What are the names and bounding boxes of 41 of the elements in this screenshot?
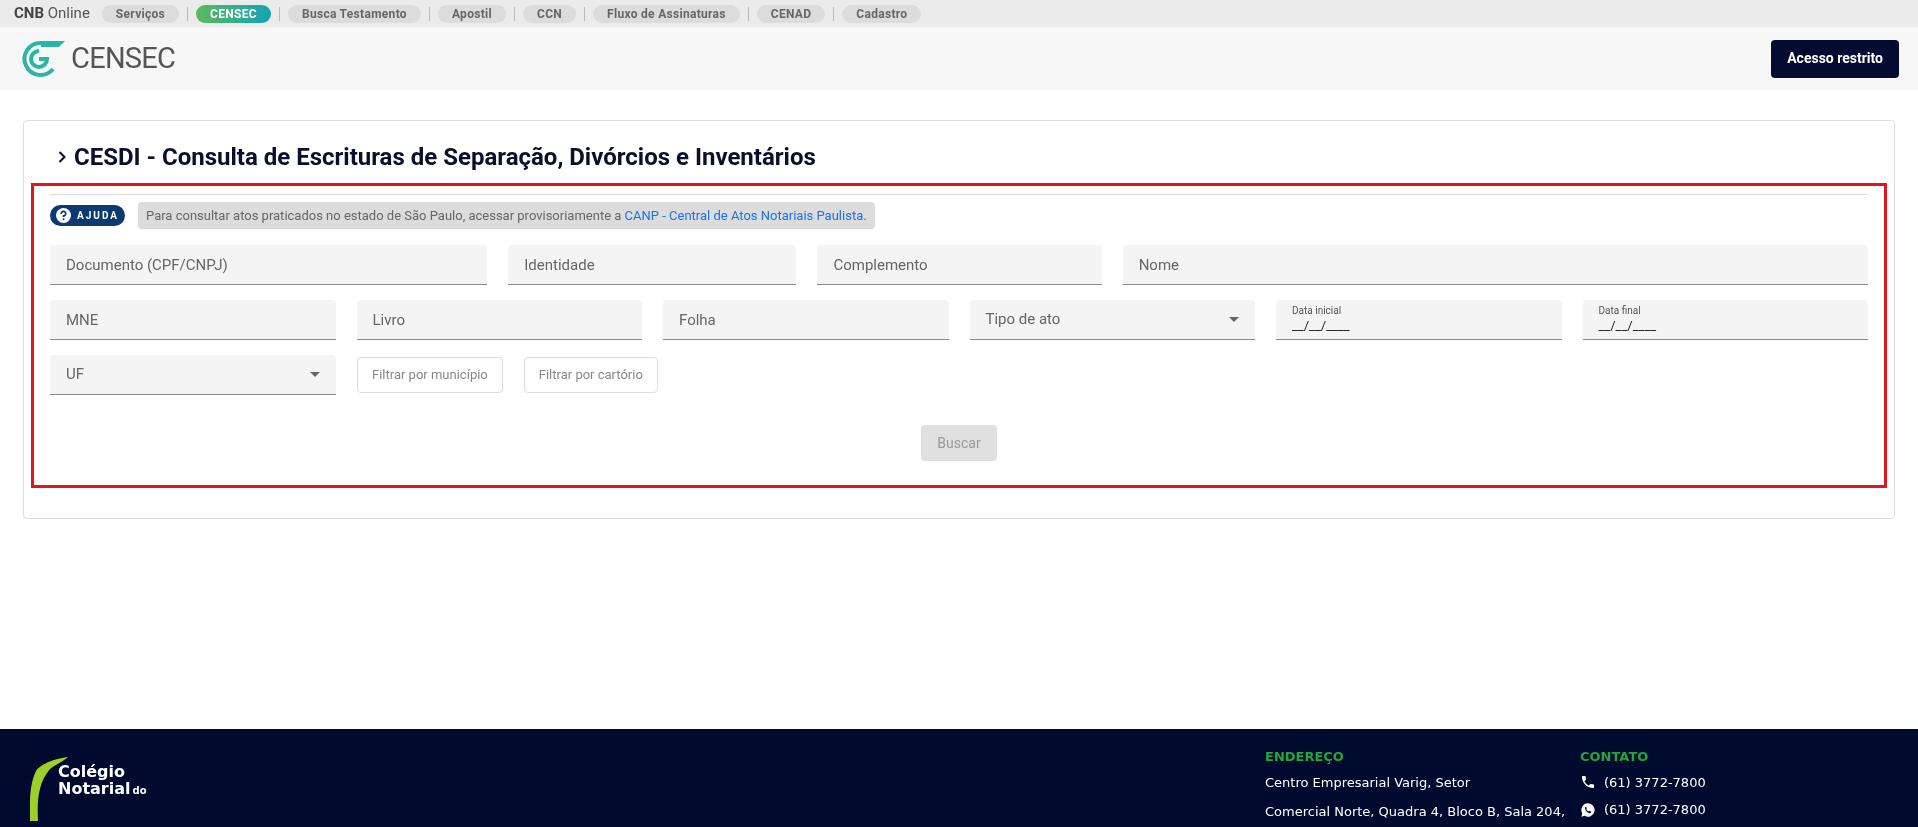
help-badge[interactable]: AJUDA	[50, 205, 125, 226]
logo-line: Notarial do	[58, 780, 147, 799]
chevron-right-icon	[58, 151, 66, 163]
nav-tab[interactable]: CCN	[523, 4, 577, 23]
nav-tab[interactable]: Apostil	[437, 4, 506, 23]
text-field[interactable]: Complemento	[817, 245, 1102, 285]
notice-text: Para consultar atos praticados no estado de São Paulo, acessar provisoriamente a CANP - Central de Atos Notariais Paulista.	[138, 202, 875, 229]
brand-text: CNB Online	[14, 3, 90, 25]
nav-tab[interactable]: CENSEC	[196, 4, 271, 23]
nav-tab[interactable]: Busca Testamento	[287, 4, 421, 23]
select-field[interactable]: UF	[50, 355, 336, 395]
chat-bubble-icon	[1580, 801, 1596, 818]
phone-number: (61) 3772-7800	[1604, 801, 1706, 819]
restricted-access-button[interactable]: Acesso restrito	[1771, 39, 1899, 78]
text-field[interactable]: MNE	[50, 300, 336, 340]
filter-button[interactable]: Filtrar por cartório	[523, 357, 658, 393]
address-line: Centro Empresarial Varig, Setor	[1265, 773, 1472, 792]
phone-icon	[1580, 774, 1596, 791]
text-field[interactable]: Livro	[356, 300, 642, 340]
date-field[interactable]: Data inicial __/__/____	[1276, 300, 1562, 340]
filter-button[interactable]: Filtrar por município	[357, 357, 503, 393]
dropdown-caret-icon	[310, 372, 320, 377]
question-icon	[56, 208, 71, 223]
text-field[interactable]: Nome	[1122, 245, 1868, 285]
address-line: Comercial Norte, Quadra 4, Bloco B, Sala 204,	[1265, 803, 1567, 821]
nav-tab[interactable]: Fluxo de Assinaturas	[593, 4, 740, 23]
select-field[interactable]: Tipo de ato	[969, 300, 1255, 340]
logo-line: Colégio	[58, 763, 126, 780]
address-heading: ENDEREÇO	[1265, 748, 1345, 766]
nav-tab[interactable]: CENAD	[756, 4, 826, 23]
nav-tab[interactable]: Cadastro	[842, 4, 922, 23]
text-field[interactable]: Documento (CPF/CNPJ)	[50, 245, 488, 285]
contact-heading: CONTATO	[1580, 748, 1650, 766]
phone-number: (61) 3772-7800	[1604, 773, 1706, 792]
nav-tab[interactable]: Serviços	[101, 4, 180, 23]
logo-text: CENSEC	[71, 39, 176, 77]
dropdown-caret-icon	[1229, 317, 1239, 322]
date-field[interactable]: Data final __/__/____	[1582, 300, 1868, 340]
section-title: CESDI - Consulta de Escrituras de Separação, Divórcios e Inventários	[31, 139, 1887, 175]
text-field[interactable]: Identidade	[508, 245, 797, 285]
text-field[interactable]: Folha	[663, 300, 949, 340]
